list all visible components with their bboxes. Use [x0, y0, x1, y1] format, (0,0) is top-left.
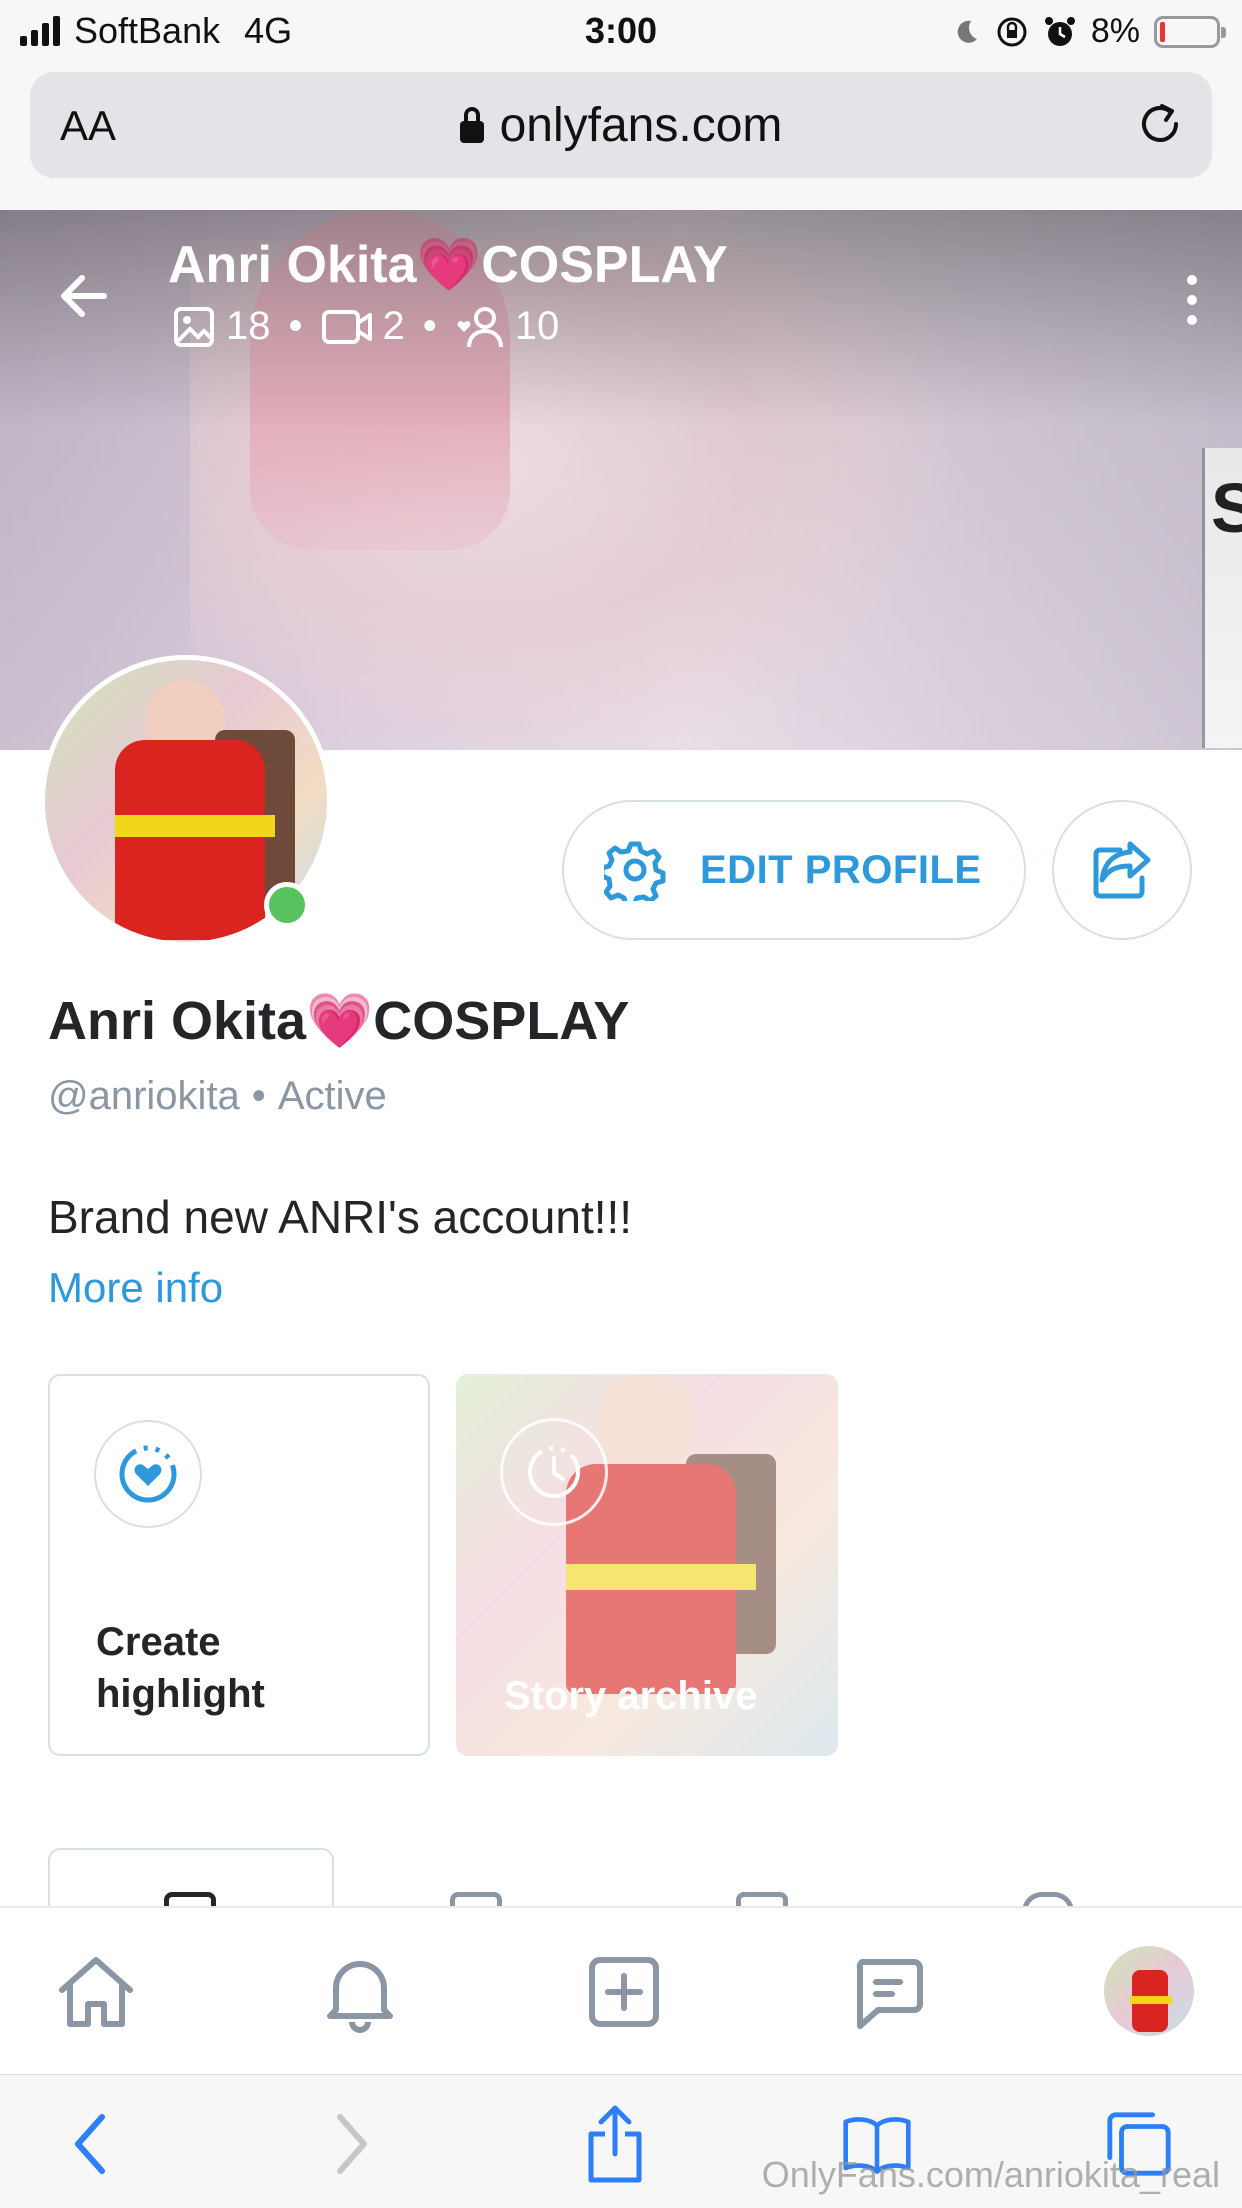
browser-forward[interactable]	[316, 2109, 386, 2179]
fans-icon	[457, 306, 503, 347]
create-highlight-label: Create highlight	[96, 1620, 265, 1716]
share-button[interactable]	[1052, 800, 1192, 940]
url-text: onlyfans.com	[499, 99, 783, 152]
share-icon	[1093, 841, 1151, 899]
gear-icon	[604, 841, 666, 901]
home-icon	[59, 1957, 133, 2027]
browser-address-area: AA onlyfans.com	[0, 64, 1242, 210]
avatar-belt	[115, 815, 275, 837]
battery-icon	[1154, 15, 1226, 48]
chevron-right-icon	[337, 2114, 367, 2174]
videos-icon	[321, 309, 372, 344]
url-display[interactable]: onlyfans.com	[30, 98, 1212, 153]
archive-circle	[500, 1418, 608, 1526]
nav-create-post[interactable]	[580, 1948, 668, 2036]
nav-notifications[interactable]	[316, 1948, 404, 2036]
photos-count: 18	[226, 304, 271, 348]
lock-icon	[459, 107, 484, 143]
browser-share[interactable]	[580, 2105, 650, 2183]
avatar-dress	[115, 740, 265, 940]
videos-count: 2	[382, 304, 405, 348]
profile-status: Active	[277, 1074, 387, 1118]
create-highlight-card[interactable]: Create highlight	[48, 1374, 430, 1756]
more-options-icon[interactable]	[1172, 270, 1212, 330]
nav-profile-avatar[interactable]	[1104, 1946, 1194, 2036]
edit-profile-button[interactable]: EDIT PROFILE	[562, 800, 1026, 940]
chevron-left-icon	[75, 2114, 105, 2174]
profile-name: Anri Okita💗COSPLAY	[48, 991, 630, 1051]
history-clock-icon	[528, 1446, 580, 1498]
highlight-circle	[94, 1420, 202, 1528]
status-right: 8%	[951, 12, 1226, 51]
cover-stats: 18 • 2 • 10	[172, 304, 559, 349]
stats-dot: •	[422, 304, 437, 348]
bell-icon	[327, 1961, 393, 2033]
cover-title: Anri Okita💗COSPLAY	[168, 236, 728, 294]
plus-square-icon	[589, 1957, 659, 2027]
online-status-indicator	[264, 882, 310, 928]
message-icon	[856, 1959, 923, 2029]
nav-home[interactable]	[52, 1948, 140, 2036]
alarm-icon	[1044, 16, 1075, 46]
back-arrow-icon[interactable]	[54, 266, 114, 326]
handle-separator: •	[251, 1074, 266, 1118]
status-bar: SoftBank 4G 3:00 8%	[0, 0, 1242, 64]
stats-dot: •	[288, 304, 303, 348]
share-up-icon	[588, 2105, 642, 2183]
orientation-lock-icon	[997, 17, 1027, 46]
browser-back[interactable]	[56, 2109, 126, 2179]
battery-percent: 8%	[1090, 12, 1140, 50]
edit-profile-label: EDIT PROFILE	[700, 847, 982, 892]
profile-bio: Brand new ANRI's account!!!	[48, 1191, 633, 1243]
app-bottom-nav	[0, 1906, 1242, 2074]
story-archive-card[interactable]: Story archive	[456, 1374, 838, 1756]
watermark: OnlyFans.com/anriokita_real	[761, 2154, 1220, 2195]
handle-row: @anriokita • Active	[48, 1074, 387, 1119]
address-bar[interactable]: AA onlyfans.com	[30, 72, 1212, 178]
heart-circle-icon	[119, 1445, 177, 1503]
reload-icon[interactable]	[1134, 98, 1186, 150]
photos-icon	[174, 306, 214, 347]
more-info-link[interactable]: More info	[48, 1264, 223, 1312]
fans-count: 10	[514, 304, 560, 348]
nav-avatar-belt	[1130, 1996, 1172, 2004]
moon-icon	[957, 20, 977, 43]
nav-messages[interactable]	[844, 1948, 932, 2036]
profile-handle: @anriokita	[48, 1074, 240, 1118]
story-archive-label: Story archive	[504, 1674, 758, 1718]
